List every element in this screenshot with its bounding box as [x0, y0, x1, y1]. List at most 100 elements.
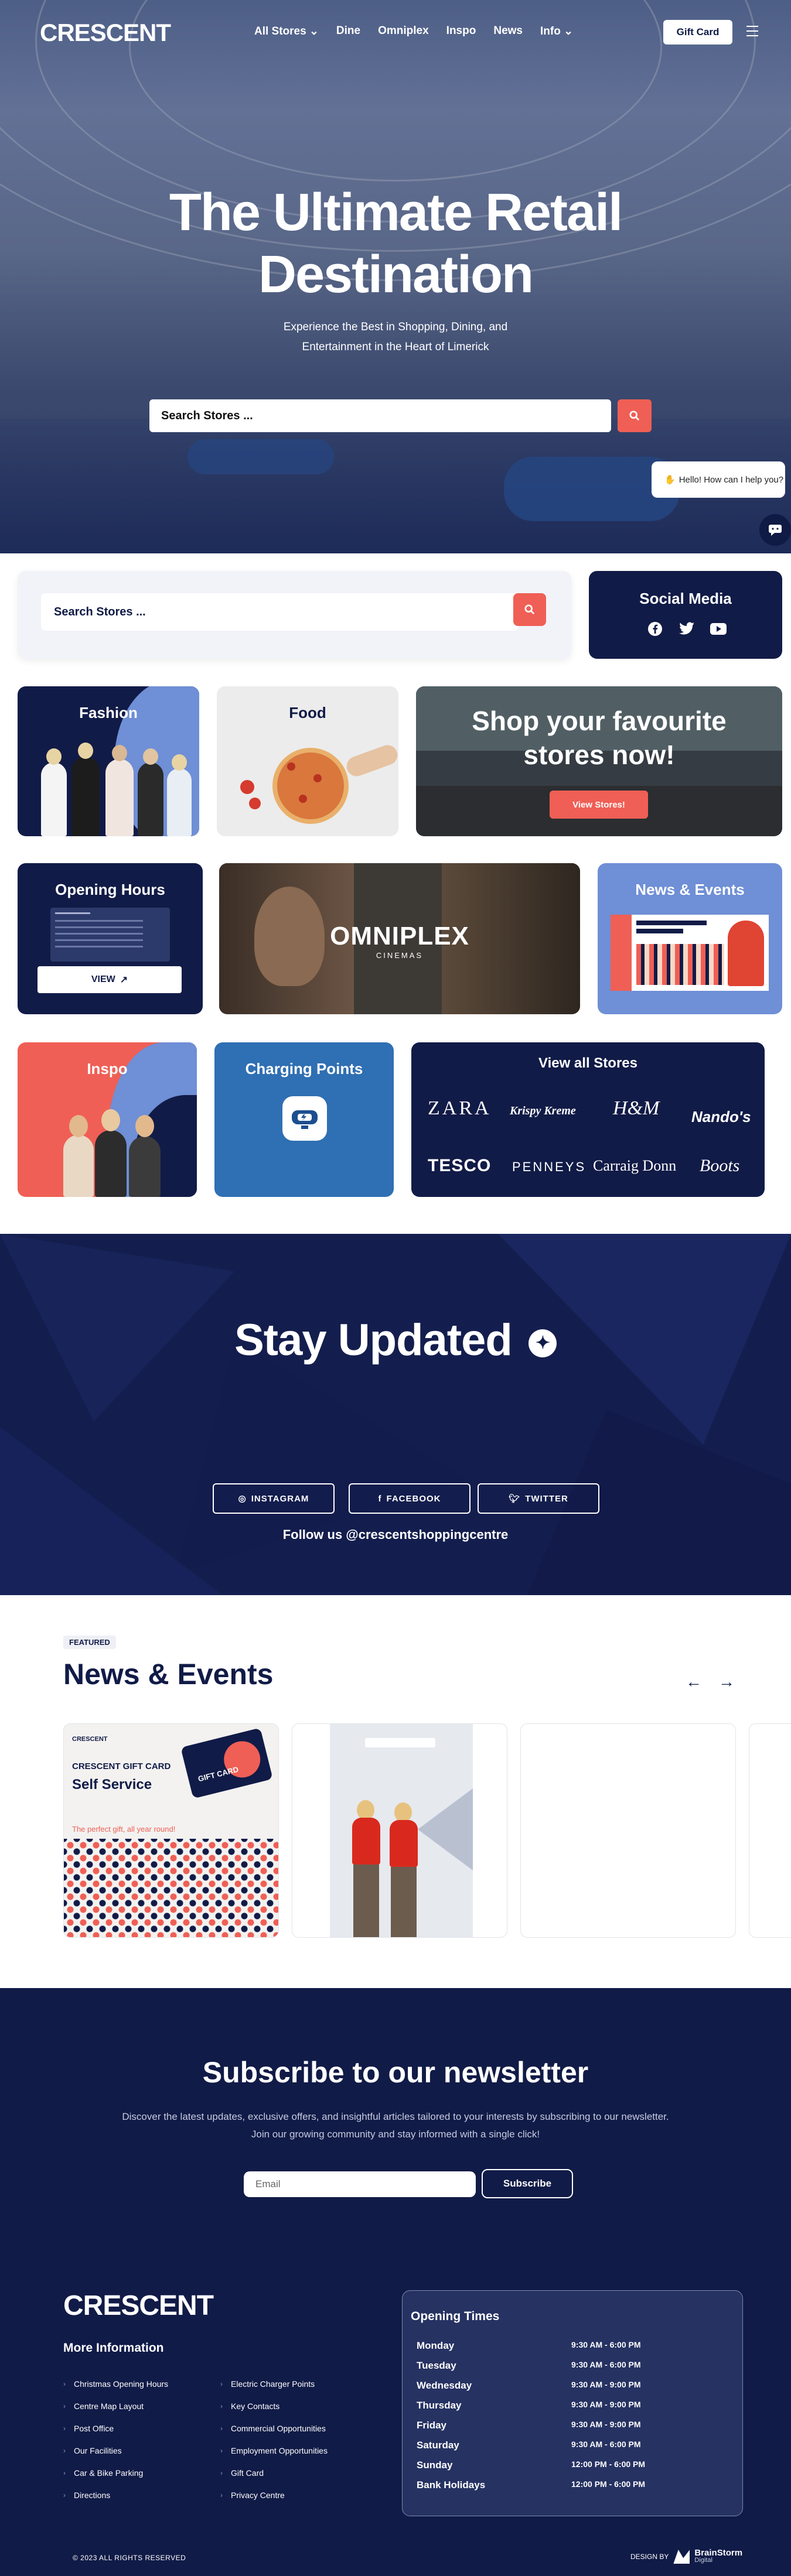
nav-all-stores[interactable]: All Stores ⌄: [254, 25, 319, 38]
nav-info[interactable]: Info ⌄: [540, 25, 573, 38]
view-stores-button[interactable]: View Stores!: [550, 791, 648, 819]
hero-search-input[interactable]: Search Stores ...: [149, 399, 611, 432]
twitter-icon[interactable]: [678, 620, 695, 638]
footer-link-label: Centre Map Layout: [74, 2401, 144, 2411]
twitter-button[interactable]: 🐦︎ TWITTER: [478, 1483, 599, 1514]
brand-carraig-donn[interactable]: Carraig Donn: [593, 1157, 676, 1175]
opening-day: Monday: [417, 2340, 455, 2351]
hand: [343, 742, 398, 779]
gift-card-label: GIFT CARD: [197, 1764, 240, 1784]
news-card[interactable]: [749, 1723, 791, 1938]
view-hours-button[interactable]: VIEW ↗: [37, 966, 182, 993]
opening-hours-tile[interactable]: Opening Hours VIEW ↗: [18, 863, 203, 1014]
footer-link[interactable]: › Electric Charger Points: [220, 2379, 315, 2389]
instagram-button[interactable]: ◎ INSTAGRAM: [213, 1483, 335, 1514]
nav-inspo[interactable]: Inspo: [446, 25, 476, 38]
designer-sub: Digital: [694, 2557, 712, 2564]
chevron-right-icon: ›: [220, 2424, 223, 2433]
opening-row: Tuesday 9:30 AM - 6:00 PM: [417, 2360, 733, 2372]
footer-link-label: Employment Opportunities: [231, 2446, 328, 2455]
inspo-title: Inspo: [87, 1060, 128, 1077]
footer-logo[interactable]: CRESCENT: [63, 2290, 214, 2322]
footer-link-label: Car & Bike Parking: [74, 2468, 144, 2478]
brand-zara[interactable]: ZARA: [428, 1097, 492, 1120]
chevron-right-icon: ›: [63, 2491, 66, 2499]
youtube-icon[interactable]: [710, 620, 727, 638]
hero-subtitle-line: Entertainment in the Heart of Limerick: [302, 341, 489, 353]
footer-link[interactable]: › Privacy Centre: [220, 2491, 285, 2500]
person-head: [69, 1115, 88, 1137]
news-card[interactable]: CRESCENT CRESCENT GIFT CARD Self Service…: [63, 1723, 279, 1938]
brand-krispy-kreme[interactable]: Krispy Kreme: [510, 1104, 576, 1118]
facebook-button[interactable]: f FACEBOOK: [349, 1483, 470, 1514]
shop-stores-tile[interactable]: Shop your favourite stores now! View Sto…: [416, 686, 782, 836]
footer-link[interactable]: › Directions: [63, 2491, 110, 2500]
footer-link[interactable]: › Christmas Opening Hours: [63, 2379, 168, 2389]
omniplex-tile[interactable]: OMNIPLEX CINEMAS: [219, 863, 580, 1014]
featured-badge: FEATURED: [63, 1636, 116, 1649]
chevron-right-icon: ›: [220, 2380, 223, 2388]
gift-card-button[interactable]: Gift Card: [663, 20, 732, 45]
view-all-stores-tile[interactable]: View all Stores ZARA Krispy Kreme H&M Na…: [411, 1042, 765, 1197]
footer-link[interactable]: › Car & Bike Parking: [63, 2468, 143, 2478]
chevron-right-icon: ›: [63, 2424, 66, 2433]
brand-hm[interactable]: H&M: [613, 1097, 659, 1120]
fashion-tile[interactable]: Fashion: [18, 686, 199, 836]
nav-omniplex[interactable]: Omniplex: [378, 25, 429, 38]
wave-icon: ✋: [664, 475, 676, 485]
follow-handle[interactable]: Follow us @crescentshoppingcentre: [0, 1527, 791, 1542]
opening-day: Wednesday: [417, 2380, 472, 2391]
footer-link-label: Our Facilities: [74, 2446, 122, 2455]
facebook-icon[interactable]: [646, 620, 664, 638]
brand-boots[interactable]: Boots: [700, 1156, 739, 1176]
footer-link[interactable]: › Post Office: [63, 2424, 114, 2433]
store-search-button[interactable]: [513, 593, 546, 626]
inspo-tile[interactable]: Inspo: [18, 1042, 197, 1197]
newsletter-text: Discover the latest updates, exclusive o…: [0, 2108, 791, 2143]
opening-hours: 9:30 AM - 6:00 PM: [571, 2440, 641, 2449]
chat-icon[interactable]: [759, 514, 791, 546]
chevron-right-icon: ›: [63, 2380, 66, 2388]
design-credit[interactable]: DESIGN BY BrainStorm Digital: [630, 2548, 742, 2564]
charging-points-tile[interactable]: Charging Points: [214, 1042, 394, 1197]
subscribe-button[interactable]: Subscribe: [482, 2169, 573, 2198]
brand-penneys[interactable]: PENNEYS: [512, 1159, 586, 1175]
store-search-input[interactable]: Search Stores ...: [41, 593, 519, 631]
food-tile[interactable]: Food: [217, 686, 398, 836]
chat-text: Hello! How can I help you?: [679, 474, 784, 485]
site-logo[interactable]: CRESCENT: [40, 19, 171, 47]
chat-bubble[interactable]: ✋ Hello! How can I help you?: [652, 461, 785, 498]
email-input[interactable]: Email: [244, 2171, 476, 2197]
sparkle-icon: ✦: [528, 1329, 557, 1357]
opening-hours: 9:30 AM - 9:00 PM: [571, 2400, 641, 2409]
news-card[interactable]: [292, 1723, 507, 1938]
brand-tesco[interactable]: TESCO: [428, 1156, 491, 1176]
footer-link-label: Directions: [74, 2491, 111, 2500]
news-card[interactable]: [520, 1723, 736, 1938]
arrow-left-icon[interactable]: ←: [686, 1672, 702, 1691]
nav-news[interactable]: News: [493, 25, 523, 38]
hamburger-menu-icon[interactable]: [746, 26, 758, 36]
gift-card-image: GIFT CARD: [180, 1727, 273, 1799]
footer-link-label: Gift Card: [231, 2468, 264, 2478]
designer-name: BrainStorm Digital: [694, 2548, 742, 2564]
chevron-right-icon: ›: [220, 2469, 223, 2477]
person-figure: [129, 1136, 161, 1197]
footer-link[interactable]: › Commercial Opportunities: [220, 2424, 326, 2433]
brand-nandos[interactable]: Nando's: [691, 1108, 751, 1126]
opening-hours: 12:00 PM - 6:00 PM: [571, 2479, 646, 2489]
footer-link[interactable]: › Gift Card: [220, 2468, 264, 2478]
pizza-topping: [287, 762, 295, 771]
opening-row: Saturday 9:30 AM - 6:00 PM: [417, 2440, 733, 2451]
view-all-stores-title: View all Stores: [538, 1055, 637, 1071]
nav-dine[interactable]: Dine: [336, 25, 360, 38]
footer-link[interactable]: › Centre Map Layout: [63, 2401, 144, 2411]
footer-link[interactable]: › Employment Opportunities: [220, 2446, 328, 2455]
news-events-tile[interactable]: News & Events: [598, 863, 782, 1014]
arrow-right-icon[interactable]: →: [718, 1672, 735, 1691]
hero-search-button[interactable]: [618, 399, 652, 432]
model-figure: [167, 768, 192, 836]
footer-link[interactable]: › Key Contacts: [220, 2401, 279, 2411]
nav-label: Info: [540, 25, 561, 37]
footer-link[interactable]: › Our Facilities: [63, 2446, 122, 2455]
